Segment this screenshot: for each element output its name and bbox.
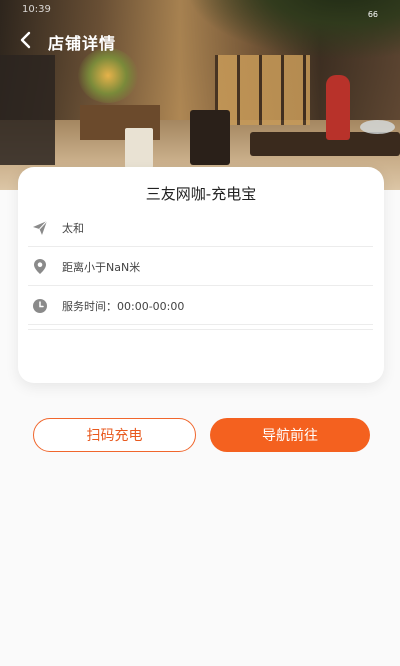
page-title: 店铺详情 [48, 34, 117, 53]
hours-row: 服务时间：00:00-00:00 [28, 287, 373, 325]
location-pin-icon [30, 257, 50, 277]
chevron-left-icon [20, 31, 31, 49]
scan-charge-button[interactable]: 扫码充电 [33, 418, 196, 452]
store-address: 太和 [62, 221, 84, 235]
status-time: 10:39 [22, 4, 51, 15]
store-name: 三友网咖-充电宝 [145, 185, 257, 203]
clock-icon [30, 296, 50, 316]
distance-row: 距离小于NaN米 [28, 248, 373, 286]
battery-level: 66 [367, 10, 378, 19]
top-nav-bar: 店铺详情 [0, 26, 400, 54]
service-hours: 服务时间：00:00-00:00 [62, 299, 185, 313]
address-row: 太和 [28, 209, 373, 247]
paper-plane-icon [30, 218, 50, 238]
divider [28, 326, 373, 330]
store-distance: 距离小于NaN米 [62, 260, 141, 274]
navigate-button[interactable]: 导航前往 [210, 418, 370, 452]
store-info-card: 三友网咖-充电宝 太和 距离小于NaN米 服务时间：00:00-00:00 [18, 167, 384, 383]
back-button[interactable] [14, 28, 36, 52]
